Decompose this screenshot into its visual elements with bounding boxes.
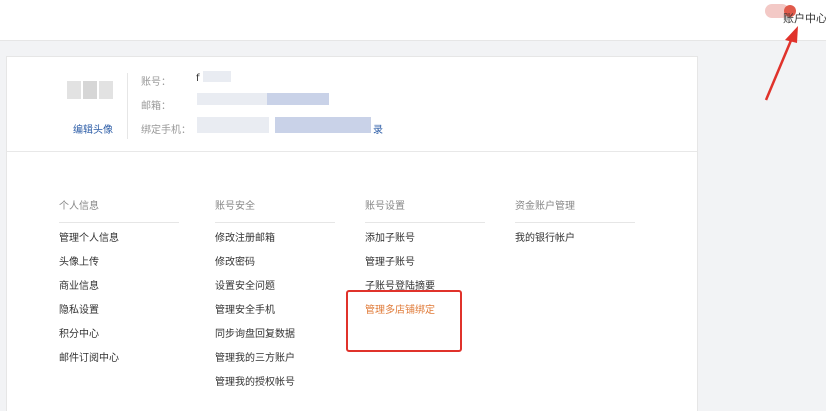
menu-item-change-password[interactable]: 修改密码 <box>215 251 335 275</box>
menu-item-security-phone[interactable]: 管理安全手机 <box>215 299 335 323</box>
phone-redaction <box>197 117 269 133</box>
email-redaction-2 <box>267 93 329 105</box>
menu-item-sync-inquiry[interactable]: 同步询盘回复数据 <box>215 323 335 347</box>
section-account-security: 账号安全 修改注册邮箱 修改密码 设置安全问题 管理安全手机 同步询盘回复数据 … <box>215 200 335 395</box>
section-title: 账号安全 <box>215 200 335 223</box>
section-personal-info: 个人信息 管理个人信息 头像上传 商业信息 隐私设置 积分中心 邮件订阅中心 <box>59 200 179 371</box>
account-label: 账号： <box>141 77 171 88</box>
menu-item-bank-accounts[interactable]: 我的银行帐户 <box>515 227 635 251</box>
menu-item-email-subscription[interactable]: 邮件订阅中心 <box>59 347 179 371</box>
account-center-panel: 编辑头像 账号： f 邮箱： 绑定手机： 录 个人信息 管理个人信息 头像上传 … <box>6 56 698 411</box>
phone-value-tail[interactable]: 录 <box>373 121 383 136</box>
annotation-highlight-box <box>346 290 462 352</box>
menu-item-add-subaccount[interactable]: 添加子账号 <box>365 227 485 251</box>
email-label: 邮箱： <box>141 101 171 112</box>
menu-item-business-info[interactable]: 商业信息 <box>59 275 179 299</box>
account-redaction <box>203 71 231 82</box>
phone-label: 绑定手机： <box>141 125 191 136</box>
menu-item-points[interactable]: 积分中心 <box>59 323 179 347</box>
menu-item-security-question[interactable]: 设置安全问题 <box>215 275 335 299</box>
edit-avatar-link[interactable]: 编辑头像 <box>73 121 113 136</box>
section-fund-account: 资金账户管理 我的银行帐户 <box>515 200 635 251</box>
profile-summary: 编辑头像 账号： f 邮箱： 绑定手机： 录 <box>7 57 697 152</box>
section-title: 账号设置 <box>365 200 485 223</box>
profile-avatar <box>67 81 113 99</box>
menu-item-privacy[interactable]: 隐私设置 <box>59 299 179 323</box>
account-value: f <box>196 73 200 84</box>
menu-item-avatar-upload[interactable]: 头像上传 <box>59 251 179 275</box>
section-title: 资金账户管理 <box>515 200 635 223</box>
menu-item-manage-profile[interactable]: 管理个人信息 <box>59 227 179 251</box>
menu-item-manage-subaccounts[interactable]: 管理子账号 <box>365 251 485 275</box>
profile-divider <box>127 73 128 139</box>
menu-item-authorized-accounts[interactable]: 管理我的授权帐号 <box>215 371 335 395</box>
menu-item-change-email[interactable]: 修改注册邮箱 <box>215 227 335 251</box>
email-redaction <box>197 93 267 105</box>
phone-redaction-2 <box>275 117 371 133</box>
menu-item-third-party[interactable]: 管理我的三方账户 <box>215 347 335 371</box>
section-title: 个人信息 <box>59 200 179 223</box>
